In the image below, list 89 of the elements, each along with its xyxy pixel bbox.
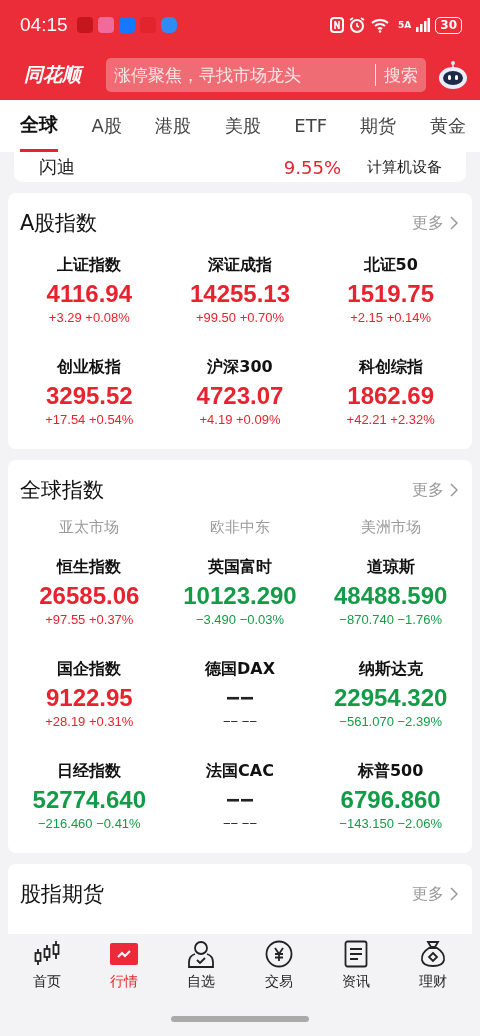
index-change: +4.19 +0.09%	[199, 412, 281, 427]
index-change: −3.490 −0.03%	[195, 612, 285, 627]
nav-tab[interactable]: 首页	[16, 940, 77, 1002]
section-title: A股指数	[20, 210, 99, 237]
stock-change: 9.55%	[283, 156, 341, 178]
index-value: 1862.69	[347, 382, 435, 410]
index-change: +3.29 +0.08%	[48, 310, 130, 325]
app-notification-icon	[76, 17, 93, 33]
index-name: 深证成指	[208, 255, 272, 276]
nav-tab[interactable]: 理财	[403, 940, 464, 1002]
alarm-icon	[349, 17, 366, 33]
index-change: +42.21 +2.32%	[346, 412, 435, 427]
index-value: 48488.590	[333, 582, 448, 610]
stock-sector: 计算机设备	[367, 157, 442, 177]
network-label: 5A	[398, 20, 412, 30]
region-label: 亚太市场	[59, 518, 120, 537]
index-value: 3295.52	[45, 382, 133, 410]
status-time: 04:15	[20, 14, 68, 36]
index-value: −−	[225, 684, 254, 712]
stock-row[interactable]: 闪迪 9.55% 计算机设备	[14, 152, 466, 182]
index-change: +17.54 +0.54%	[45, 412, 134, 427]
index-value: 1519.75	[347, 280, 435, 308]
signal-icon	[416, 18, 431, 32]
index-name: 英国富时	[208, 557, 272, 578]
region-label: 美洲市场	[360, 518, 421, 537]
market-tab[interactable]: 黄金	[429, 100, 466, 152]
nav-tab[interactable]: 交易	[248, 940, 309, 1002]
index-value: 9122.95	[45, 684, 133, 712]
index-change: −870.740 −1.76%	[339, 612, 442, 627]
market-tab[interactable]: 美股	[224, 100, 261, 152]
index-name: 标普500	[357, 761, 424, 782]
index-change: +2.15 +0.14%	[350, 310, 432, 325]
nav-tab[interactable]: 资讯	[325, 940, 386, 1002]
nfc-icon	[330, 17, 345, 33]
index-value: 52774.640	[32, 786, 147, 814]
index-value: 10123.290	[183, 582, 297, 610]
chevron-right-icon[interactable]	[450, 216, 458, 230]
index-change: −− −−	[223, 816, 257, 831]
chevron-right-icon[interactable]	[450, 887, 458, 901]
stock-name: 闪迪	[39, 155, 76, 179]
index-name: 北证50	[363, 255, 418, 276]
yen-coin-icon	[264, 940, 293, 968]
market-tab[interactable]: 港股	[155, 100, 192, 152]
money-bag-icon	[420, 940, 447, 968]
index-change: +99.50 +0.70%	[195, 310, 285, 325]
index-change: −− −−	[223, 714, 257, 729]
index-value: 14255.13	[189, 280, 291, 308]
index-value: 4116.94	[46, 280, 133, 308]
wifi-icon	[370, 17, 391, 33]
nav-tab[interactable]: 自选	[171, 940, 232, 1002]
app-notification-icon	[97, 17, 114, 33]
index-name: 上证指数	[57, 255, 122, 276]
document-icon	[343, 940, 368, 968]
index-name: 国企指数	[57, 659, 122, 680]
index-change: −143.150 −2.06%	[339, 816, 442, 831]
index-value: 22954.320	[333, 684, 448, 712]
index-name: 纳斯达克	[358, 659, 423, 680]
region-label: 欧非中东	[210, 518, 270, 537]
section-title: 全球指数	[20, 477, 105, 504]
index-name: 恒生指数	[57, 557, 122, 578]
index-value: −−	[225, 786, 254, 814]
nav-tab[interactable]: 行情	[94, 940, 154, 1002]
robot-assistant-icon[interactable]	[438, 60, 468, 90]
candlestick-icon	[32, 940, 61, 968]
index-change: −561.070 −2.39%	[339, 714, 442, 729]
app-notification-icon	[118, 17, 135, 33]
index-name: 沪深300	[207, 357, 273, 378]
app-logo: 同花顺	[24, 62, 94, 88]
battery-indicator: 30	[435, 16, 462, 34]
index-change: −216.460 −0.41%	[38, 816, 141, 831]
index-value: 6796.860	[340, 786, 441, 814]
index-value: 4723.07	[196, 382, 284, 410]
chat-bubble-icon	[160, 17, 177, 33]
index-name: 科创综指	[358, 357, 423, 378]
user-check-icon	[187, 940, 216, 968]
market-tab[interactable]: 期货	[360, 100, 397, 152]
market-tab[interactable]: ETF	[294, 100, 327, 152]
index-name: 创业板指	[57, 357, 122, 378]
index-name: 道琼斯	[366, 557, 415, 578]
index-name: 德国DAX	[205, 659, 275, 680]
index-change: +28.19 +0.31%	[45, 714, 134, 729]
index-value: 26585.06	[39, 582, 140, 610]
line-chart-icon	[110, 940, 138, 968]
index-name: 日经指数	[57, 761, 122, 782]
index-name: 法国CAC	[206, 761, 274, 782]
index-change: +97.55 +0.37%	[45, 612, 134, 627]
section-title: 股指期货	[20, 881, 105, 908]
market-tab[interactable]: A股	[91, 100, 122, 152]
chevron-right-icon[interactable]	[450, 483, 458, 497]
